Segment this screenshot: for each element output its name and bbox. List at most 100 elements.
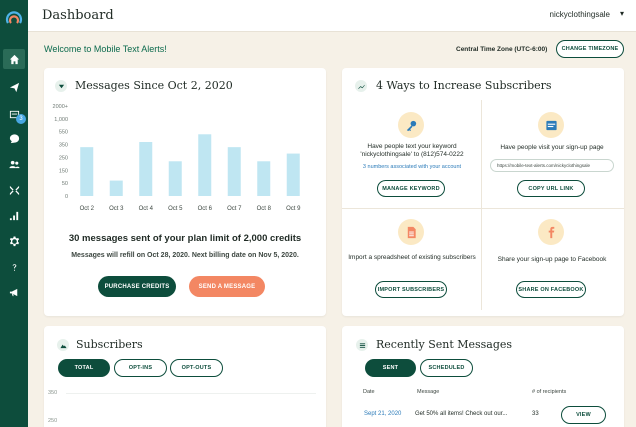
- y-tick-label: 550: [59, 130, 68, 136]
- messages-bar-chart: 0 50 150 250 350 550 1,000 2000+ Oct 2 Oct 3 Oct 4…: [53, 104, 302, 212]
- import-option-icon: [398, 219, 424, 245]
- timezone-label: Central Time Zone (UTC-6:00): [456, 46, 548, 53]
- subscribers-card-icon: [57, 339, 69, 351]
- settings-icon: [9, 235, 19, 246]
- change-timezone-button[interactable]: CHANGE TIMEZONE: [556, 40, 624, 58]
- sidebar: 3: [0, 0, 28, 427]
- sidebar-item-settings[interactable]: [3, 231, 25, 251]
- x-tick-label: Oct 6: [198, 206, 213, 212]
- bar[interactable]: [286, 153, 300, 196]
- sidebar-item-chat[interactable]: [3, 128, 25, 148]
- subscribers-y-tick: 250: [48, 418, 58, 424]
- tab-opt-outs[interactable]: OPT-OUTS: [170, 359, 223, 377]
- bar[interactable]: [198, 134, 212, 196]
- bar[interactable]: [109, 180, 123, 196]
- y-tick-label: 50: [62, 181, 68, 187]
- bar[interactable]: [139, 142, 153, 196]
- y-tick-label: 350: [59, 143, 68, 149]
- tab-sent[interactable]: SENT: [365, 359, 416, 377]
- sidebar-item-integrations[interactable]: [3, 180, 25, 200]
- x-tick-label: Oct 5: [168, 206, 183, 212]
- purchase-credits-button[interactable]: PURCHASE CREDITS: [98, 276, 176, 297]
- top-bar: Dashboard nickyclothingsale ▾: [28, 0, 636, 32]
- manage-keyword-button[interactable]: MANAGE KEYWORD: [377, 180, 445, 197]
- sidebar-item-analytics[interactable]: [3, 205, 25, 225]
- bar[interactable]: [80, 147, 94, 196]
- mountain-icon: [59, 344, 67, 348]
- y-tick-label: 0: [65, 194, 68, 200]
- column-header-recipients: # of recipients: [532, 389, 567, 395]
- numbers-associated-link[interactable]: 3 numbers associated with your account: [342, 164, 482, 170]
- y-tick-label: 2000+: [53, 104, 68, 110]
- signup-url-field[interactable]: https://mobile-text-alerts.com/nickyclot…: [490, 159, 614, 172]
- sidebar-item-inbox[interactable]: 3: [3, 104, 26, 124]
- recent-card-icon: [356, 339, 368, 351]
- ways-card-icon: [355, 80, 367, 92]
- tab-opt-ins[interactable]: OPT-INS: [114, 359, 167, 377]
- x-tick-label: Oct 2: [80, 206, 95, 212]
- sidebar-item-send[interactable]: [3, 77, 25, 97]
- sidebar-item-users[interactable]: [3, 154, 25, 174]
- facebook-option-icon: [538, 219, 564, 245]
- y-tick-label: 1,000: [54, 117, 68, 123]
- page-title: Dashboard: [42, 8, 114, 23]
- account-username[interactable]: nickyclothingsale: [550, 10, 610, 19]
- recent-card-title: Recently Sent Messages: [376, 338, 513, 351]
- bar[interactable]: [227, 147, 241, 196]
- view-message-button[interactable]: VIEW: [561, 406, 606, 424]
- list-icon: [359, 342, 365, 348]
- messages-card-icon: [55, 80, 67, 92]
- column-header-message: Message: [417, 389, 440, 395]
- sidebar-item-campaigns[interactable]: [3, 282, 25, 302]
- import-subscribers-button[interactable]: IMPORT SUBSCRIBERS: [375, 281, 447, 298]
- send-icon: [9, 82, 19, 92]
- ways-divider-vertical: [481, 100, 482, 310]
- megaphone-icon: [9, 288, 17, 296]
- import-option-text: Import a spreadsheet of existing subscri…: [348, 254, 476, 261]
- users-icon: [8, 160, 20, 168]
- x-tick-label: Oct 9: [286, 206, 301, 212]
- ways-card-title: 4 Ways to Increase Subscribers: [376, 79, 552, 92]
- chevron-down-icon: [58, 84, 64, 88]
- send-message-button[interactable]: SEND A MESSAGE: [189, 276, 265, 297]
- chart-icon: [357, 84, 365, 89]
- keyword-option-icon: [398, 112, 424, 138]
- logo-icon: [5, 11, 23, 24]
- home-icon: [9, 54, 19, 64]
- row-recipients: 33: [532, 411, 539, 417]
- ways-divider-horizontal: [342, 208, 624, 209]
- key-icon: [406, 120, 416, 131]
- integrations-icon: [9, 185, 19, 195]
- tab-total[interactable]: TOTAL: [58, 359, 110, 377]
- row-message: Get 50% all items! Check out our...: [415, 411, 508, 417]
- share-facebook-button[interactable]: SHARE ON FACEBOOK: [516, 281, 586, 298]
- usage-summary: 30 messages sent of your plan limit of 2…: [68, 233, 302, 244]
- spreadsheet-icon: [407, 226, 416, 238]
- gridline: [66, 393, 316, 394]
- messages-card-title: Messages Since Oct 2, 2020: [75, 79, 233, 92]
- y-tick-label: 150: [59, 168, 68, 174]
- x-tick-label: Oct 3: [109, 206, 124, 212]
- sidebar-item-home[interactable]: [3, 49, 25, 69]
- welcome-message: Welcome to Mobile Text Alerts!: [44, 44, 167, 54]
- refill-info: Messages will refill on Oct 28, 2020. Ne…: [71, 252, 299, 259]
- y-tick-label: 250: [59, 155, 68, 161]
- tab-scheduled[interactable]: SCHEDULED: [420, 359, 473, 377]
- facebook-icon: [548, 226, 554, 238]
- chevron-down-icon[interactable]: ▾: [620, 9, 624, 18]
- inbox-badge: 3: [16, 114, 26, 124]
- x-tick-label: Oct 4: [139, 206, 154, 212]
- subscribers-card-title: Subscribers: [76, 338, 143, 351]
- subscribers-y-tick: 350: [48, 390, 58, 396]
- bar[interactable]: [168, 161, 182, 196]
- help-icon: [12, 263, 16, 271]
- bar[interactable]: [257, 161, 271, 196]
- signup-option-icon: [538, 112, 564, 138]
- analytics-icon: [9, 211, 18, 220]
- copy-url-button[interactable]: COPY URL LINK: [517, 180, 585, 197]
- facebook-option-text: Share your sign-up page to Facebook: [497, 256, 607, 263]
- keyword-option-text: Have people text your keyword 'nickyclot…: [360, 143, 464, 158]
- x-tick-label: Oct 8: [257, 206, 272, 212]
- column-header-date: Date: [363, 389, 375, 395]
- sidebar-item-help[interactable]: [3, 257, 25, 277]
